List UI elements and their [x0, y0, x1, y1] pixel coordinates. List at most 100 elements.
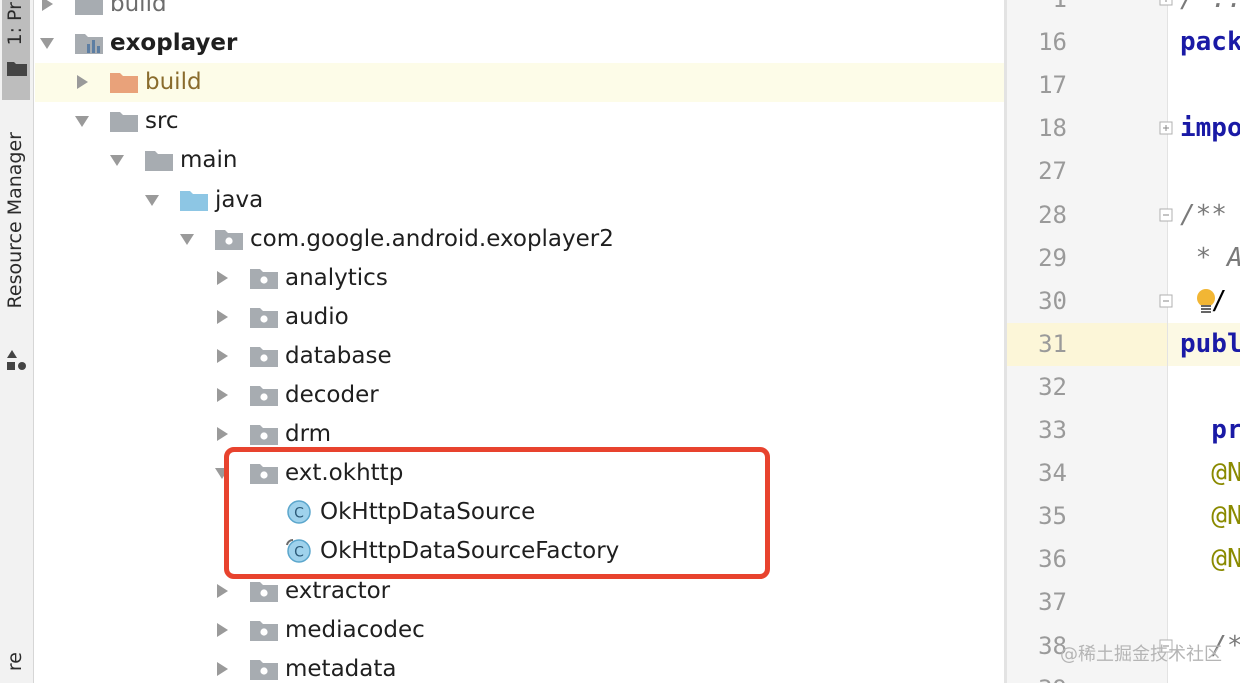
tree-row-database[interactable]: database: [35, 337, 1004, 376]
code-line[interactable]: impo: [1180, 107, 1240, 150]
code-line[interactable]: @N: [1180, 495, 1240, 538]
folder-icon: [109, 109, 139, 137]
chevron-right-icon[interactable]: [214, 426, 230, 442]
line-number: 33: [1038, 416, 1067, 444]
resource-manager-tab[interactable]: Resource Manager: [2, 128, 30, 378]
package-icon: [249, 344, 279, 372]
fold-marker-icon[interactable]: [1159, 121, 1173, 135]
chevron-right-icon[interactable]: [214, 348, 230, 364]
tree-row-label: src: [145, 108, 179, 135]
code-line[interactable]: /**: [1180, 194, 1240, 237]
chevron-right-icon[interactable]: [214, 387, 230, 403]
package-icon: [249, 383, 279, 411]
tree-row-label: build: [145, 69, 202, 96]
tree-row-label: audio: [285, 303, 349, 330]
chevron-right-icon[interactable]: [39, 0, 55, 12]
code-line[interactable]: [1180, 668, 1240, 683]
chevron-right-icon[interactable]: [214, 622, 230, 638]
tree-row-analytics[interactable]: analytics: [35, 259, 1004, 298]
line-number: 35: [1038, 502, 1067, 531]
tree-row-decoder[interactable]: decoder: [35, 376, 1004, 415]
tree-row-label: main: [180, 147, 238, 174]
line-number: 18: [1038, 114, 1067, 143]
line-number: 30: [1038, 286, 1067, 315]
package-icon: [249, 422, 279, 450]
line-number: 38: [1038, 631, 1067, 660]
module-icon: [74, 31, 104, 59]
chevron-down-icon[interactable]: [144, 192, 160, 208]
tree-row-label: com.google.android.exoplayer2: [250, 225, 614, 252]
chevron-down-icon[interactable]: [39, 35, 55, 51]
line-number: 31: [1038, 329, 1067, 358]
tree-row-label: database: [285, 342, 392, 369]
tree-row-label: decoder: [285, 382, 379, 408]
tree-row-exoplayer[interactable]: exoplayer: [35, 24, 1004, 63]
chevron-right-icon[interactable]: [74, 74, 90, 90]
line-number: 16: [1038, 28, 1067, 57]
bottom-tool-tab[interactable]: re: [2, 650, 30, 683]
line-number: 28: [1038, 200, 1067, 229]
fold-marker-icon[interactable]: [1159, 0, 1173, 6]
code-line[interactable]: [1180, 64, 1240, 107]
folder-icon: [74, 0, 104, 20]
tree-row-label: java: [215, 186, 264, 213]
package-icon: [214, 227, 244, 255]
code-line[interactable]: /*...: [1180, 0, 1240, 21]
chevron-right-icon[interactable]: [214, 309, 230, 325]
code-line[interactable]: [1180, 150, 1240, 193]
chevron-down-icon[interactable]: [179, 231, 195, 247]
resource-manager-icon: [7, 350, 26, 370]
resource-manager-label: Resource Manager: [4, 132, 26, 309]
tree-row-label: metadata: [285, 655, 397, 682]
package-icon: [249, 305, 279, 333]
line-number: 17: [1038, 71, 1067, 100]
line-number: 27: [1038, 157, 1067, 186]
chevron-down-icon[interactable]: [74, 113, 90, 129]
code-line[interactable]: pack: [1180, 21, 1240, 64]
folder-icon: [144, 148, 174, 176]
lightbulb-icon[interactable]: [1195, 288, 1217, 316]
tree-row-mediacodec[interactable]: mediacodec: [35, 611, 1004, 650]
tool-window-strip: 1: Pr Resource Manager re: [0, 0, 34, 683]
tree-row-src[interactable]: src: [35, 102, 1004, 141]
folder-icon: [7, 62, 27, 76]
tree-row-build[interactable]: build: [35, 63, 1004, 103]
package-icon: [249, 266, 279, 294]
code-line[interactable]: publ: [1180, 323, 1240, 366]
project-tool-tab[interactable]: 1: Pr: [2, 0, 30, 100]
code-line[interactable]: pr: [1180, 409, 1240, 452]
tree-row-label: analytics: [285, 264, 388, 291]
tree-row-main[interactable]: main: [35, 141, 1004, 180]
line-number: 1: [1007, 0, 1067, 21]
fold-marker-icon[interactable]: [1159, 208, 1173, 222]
fold-marker-icon[interactable]: [1159, 294, 1173, 308]
chevron-down-icon[interactable]: [109, 152, 125, 168]
bottom-tab-label: re: [4, 652, 26, 672]
project-tree: build exoplayer build src main java com.google…: [35, 0, 1004, 683]
chevron-right-icon[interactable]: [214, 661, 230, 677]
chevron-right-icon[interactable]: [214, 583, 230, 599]
code-line[interactable]: @N: [1180, 538, 1240, 581]
package-icon: [249, 618, 279, 646]
package-icon: [249, 657, 279, 683]
line-number: 29: [1038, 243, 1067, 272]
line-number: 37: [1038, 588, 1067, 617]
project-tab-label: 1: Pr: [4, 2, 26, 46]
tree-row-metadata[interactable]: metadata: [35, 650, 1004, 683]
tree-row-com-google-android-exoplayer2[interactable]: com.google.android.exoplayer2: [35, 220, 1004, 259]
tree-row-audio[interactable]: audio: [35, 298, 1004, 337]
line-number: 32: [1038, 372, 1067, 401]
tree-row-build[interactable]: build: [35, 0, 1004, 24]
code-line[interactable]: [1180, 581, 1240, 624]
chevron-right-icon[interactable]: [214, 270, 230, 286]
highlight-box: [224, 447, 770, 579]
code-line[interactable]: * A: [1180, 237, 1240, 280]
folder-icon: [109, 70, 139, 98]
line-number: 36: [1038, 545, 1067, 574]
watermark: @稀土掘金技术社区: [1060, 644, 1222, 665]
code-line[interactable]: @N: [1180, 452, 1240, 495]
tree-row-label: mediacodec: [285, 616, 425, 643]
line-number: 34: [1038, 459, 1067, 488]
code-line[interactable]: [1180, 366, 1240, 409]
tree-row-java[interactable]: java: [35, 181, 1004, 220]
